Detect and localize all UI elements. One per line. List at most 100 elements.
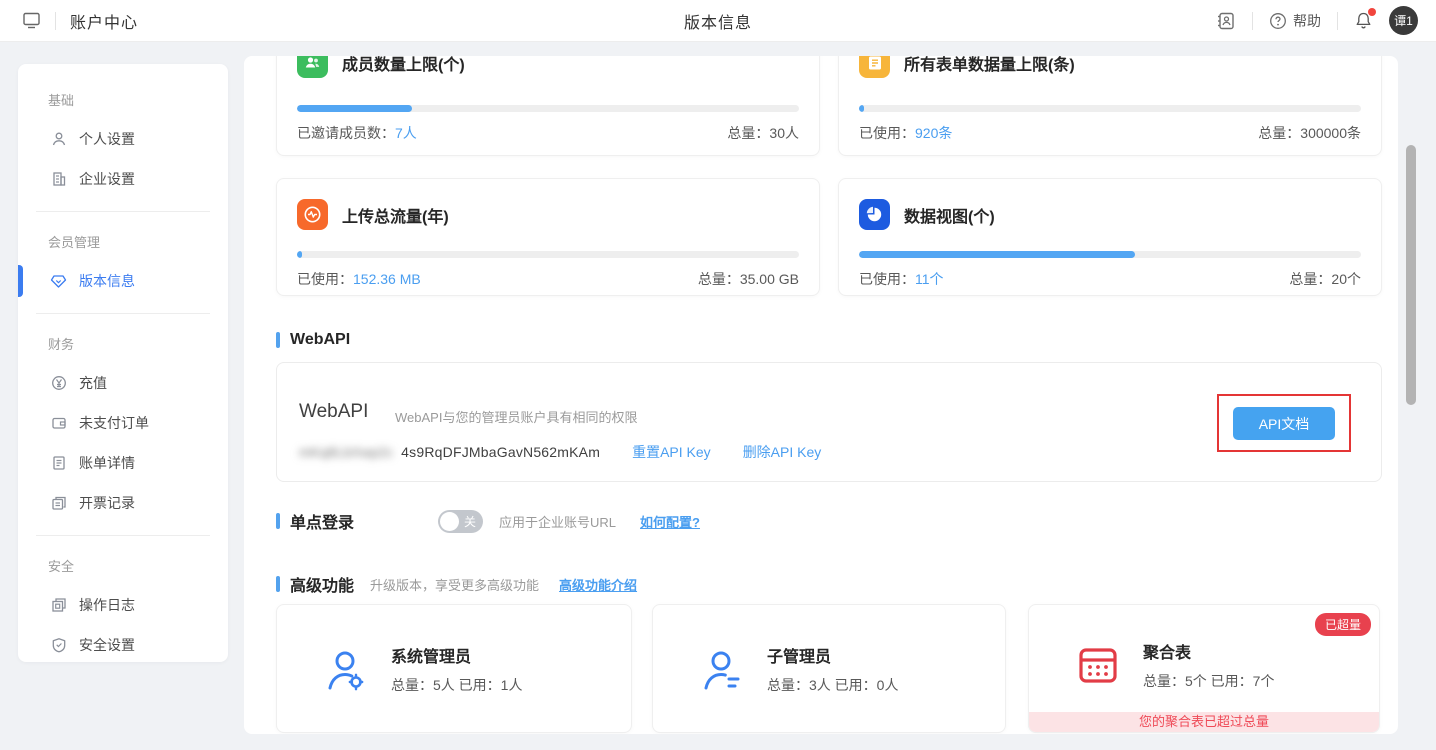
used-value[interactable]: 7人	[395, 125, 417, 141]
active-indicator	[18, 265, 23, 297]
sidebar-item-operation-logs[interactable]: 操作日志	[18, 585, 228, 625]
sidebar-section-membership: 会员管理	[18, 226, 228, 261]
sidebar-item-label: 操作日志	[79, 595, 135, 615]
progress-track	[859, 251, 1361, 258]
total-text: 总量：20个	[1289, 269, 1361, 289]
over-quota-badge: 已超量	[1315, 613, 1371, 636]
used-value[interactable]: 920条	[915, 125, 952, 141]
used-label: 已使用：	[297, 271, 353, 287]
advanced-section-header: 高级功能 升级版本，享受更多高级功能 高级功能介绍	[276, 572, 637, 596]
scrollbar-thumb[interactable]	[1406, 145, 1416, 405]
sidebar: 基础 个人设置 企业设置 会员管理 版本信息 财务 充值 未支付订单	[18, 64, 228, 662]
sidebar-item-label: 个人设置	[79, 129, 135, 149]
sidebar-item-label: 账单详情	[79, 453, 135, 473]
used-text: 已使用：920条	[859, 123, 952, 143]
section-title: 高级功能	[290, 572, 354, 596]
api-key-masked: mKq8LbXwp2c	[299, 444, 393, 460]
section-accent-bar	[276, 513, 280, 529]
bill-document-icon	[50, 455, 67, 472]
sidebar-item-unpaid-orders[interactable]: 未支付订单	[18, 403, 228, 443]
sidebar-item-label: 安全设置	[79, 635, 135, 655]
progress-fill	[859, 105, 864, 112]
api-key-value: 4s9RqDFJMbaGavN562mKAm	[401, 444, 600, 460]
used-label: 已使用：	[859, 125, 915, 141]
sidebar-item-recharge[interactable]: 充值	[18, 363, 228, 403]
feature-card-sub-admin: 子管理员 总量：3人 已用：0人	[652, 604, 1006, 733]
feature-stats: 总量：5人 已用：1人	[391, 675, 522, 695]
diamond-icon	[50, 273, 67, 290]
used-value[interactable]: 11个	[915, 271, 944, 287]
quota-card-data-views: 数据视图(个) 已使用：11个 总量：20个	[838, 178, 1382, 296]
sidebar-item-bill-details[interactable]: 账单详情	[18, 443, 228, 483]
progress-fill	[297, 251, 302, 258]
building-icon	[50, 171, 67, 188]
webapi-card-desc: WebAPI与您的管理员账户具有相同的权限	[395, 407, 637, 426]
used-label: 已邀请成员数：	[297, 125, 395, 141]
sidebar-divider	[36, 313, 210, 314]
over-quota-warning: 您的聚合表已超过总量	[1029, 712, 1379, 732]
sso-toggle[interactable]: 关	[438, 510, 483, 533]
header-divider	[1337, 12, 1338, 30]
used-label: 已使用：	[859, 271, 915, 287]
quota-card-members: 成员数量上限(个) 已邀请成员数：7人 总量：30人	[276, 56, 820, 156]
advanced-intro-link[interactable]: 高级功能介绍	[559, 575, 637, 594]
total-text: 总量：30人	[727, 123, 799, 143]
invoice-icon	[50, 495, 67, 512]
sidebar-item-personal-settings[interactable]: 个人设置	[18, 119, 228, 159]
sidebar-item-enterprise-settings[interactable]: 企业设置	[18, 159, 228, 199]
sidebar-item-version-info[interactable]: 版本信息	[18, 261, 228, 301]
shield-check-icon	[50, 637, 67, 654]
total-text: 总量：300000条	[1258, 123, 1361, 143]
upload-traffic-icon	[297, 199, 328, 230]
toggle-knob	[440, 512, 459, 531]
toggle-state-label: 关	[464, 513, 476, 530]
section-accent-bar	[276, 332, 280, 348]
progress-fill	[297, 105, 412, 112]
header-divider	[55, 12, 56, 30]
quota-card-title: 数据视图(个)	[904, 203, 995, 227]
feature-stats: 总量：3人 已用：0人	[767, 675, 898, 695]
section-accent-bar	[276, 576, 280, 592]
used-text: 已邀请成员数：7人	[297, 123, 417, 143]
used-value: 152.36 MB	[353, 271, 421, 287]
sidebar-item-label: 充值	[79, 373, 107, 393]
top-header: 版本信息 账户中心 帮助 谭1	[0, 0, 1436, 42]
sso-section-row: 单点登录 关 应用于企业账号URL 如何配置?	[276, 509, 700, 533]
api-doc-button[interactable]: API文档	[1233, 407, 1335, 440]
webapi-card: WebAPI WebAPI与您的管理员账户具有相同的权限 mKq8LbXwp2c…	[276, 362, 1382, 482]
feature-card-aggregate-table: 已超量 聚合表 总量：5个 已用：7个 您的聚合表已超过总量	[1028, 604, 1380, 733]
avatar[interactable]: 谭1	[1389, 6, 1418, 35]
sso-config-link[interactable]: 如何配置?	[640, 512, 700, 531]
notification-bell-icon[interactable]	[1354, 11, 1373, 30]
sidebar-item-security-settings[interactable]: 安全设置	[18, 625, 228, 665]
quota-card-form-data: 所有表单数据量上限(条) 已使用：920条 总量：300000条	[838, 56, 1382, 156]
system-admin-icon	[323, 646, 369, 692]
webapi-card-title: WebAPI	[299, 401, 368, 423]
contact-book-icon[interactable]	[1216, 11, 1236, 31]
feature-title: 系统管理员	[391, 643, 522, 667]
sidebar-item-label: 未支付订单	[79, 413, 149, 433]
sidebar-item-invoice-records[interactable]: 开票记录	[18, 483, 228, 523]
sidebar-divider	[36, 535, 210, 536]
quota-card-title: 所有表单数据量上限(条)	[904, 56, 1075, 75]
members-icon	[297, 56, 328, 78]
feature-title: 聚合表	[1143, 639, 1274, 663]
header-divider	[1252, 12, 1253, 30]
help-label: 帮助	[1293, 11, 1321, 31]
sidebar-item-label: 版本信息	[79, 271, 135, 291]
sidebar-section-basic: 基础	[18, 84, 228, 119]
app-title: 账户中心	[70, 9, 138, 33]
workspace-icon[interactable]	[22, 11, 41, 30]
feature-card-system-admin: 系统管理员 总量：5人 已用：1人	[276, 604, 632, 733]
reset-api-key-link[interactable]: 重置API Key	[632, 442, 711, 462]
delete-api-key-link[interactable]: 删除API Key	[743, 442, 822, 462]
sso-desc: 应用于企业账号URL	[499, 512, 616, 531]
webapi-section-header: WebAPI	[276, 331, 350, 349]
sidebar-divider	[36, 211, 210, 212]
form-data-icon	[859, 56, 890, 78]
progress-fill	[859, 251, 1135, 258]
progress-track	[297, 105, 799, 112]
progress-track	[297, 251, 799, 258]
help-button[interactable]: 帮助	[1269, 11, 1321, 31]
used-text: 已使用：11个	[859, 269, 944, 289]
